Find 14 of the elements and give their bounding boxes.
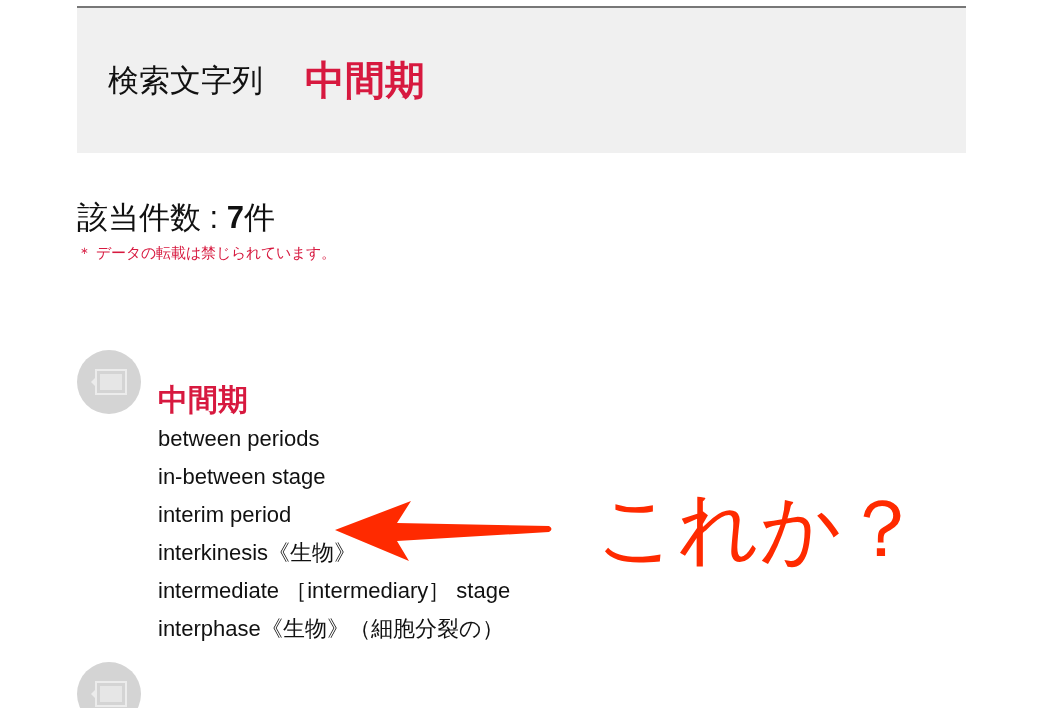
translation-text: interphase《生物》（細胞分裂の） [158,615,505,643]
entry-term: 中間期 [158,382,249,418]
translation-text: between periods [158,425,321,453]
translation-text: interkinesis《生物》 [158,539,358,567]
dictionary-entry-icon [77,662,141,708]
search-term: 中間期 [305,57,425,104]
translation-text: intermediate ［intermediary］ stage [158,577,511,605]
dictionary-entry-icon [77,350,141,414]
translation-text: interim period [158,501,293,529]
search-label: 検索文字列 [108,61,263,100]
copyright-notice: ＊ データの転載は禁じられています。 [77,243,338,263]
translation-text: in-between stage [158,463,327,491]
annotation-text: これか？ [596,483,922,575]
result-count: 該当件数 : 7件 [77,199,277,237]
